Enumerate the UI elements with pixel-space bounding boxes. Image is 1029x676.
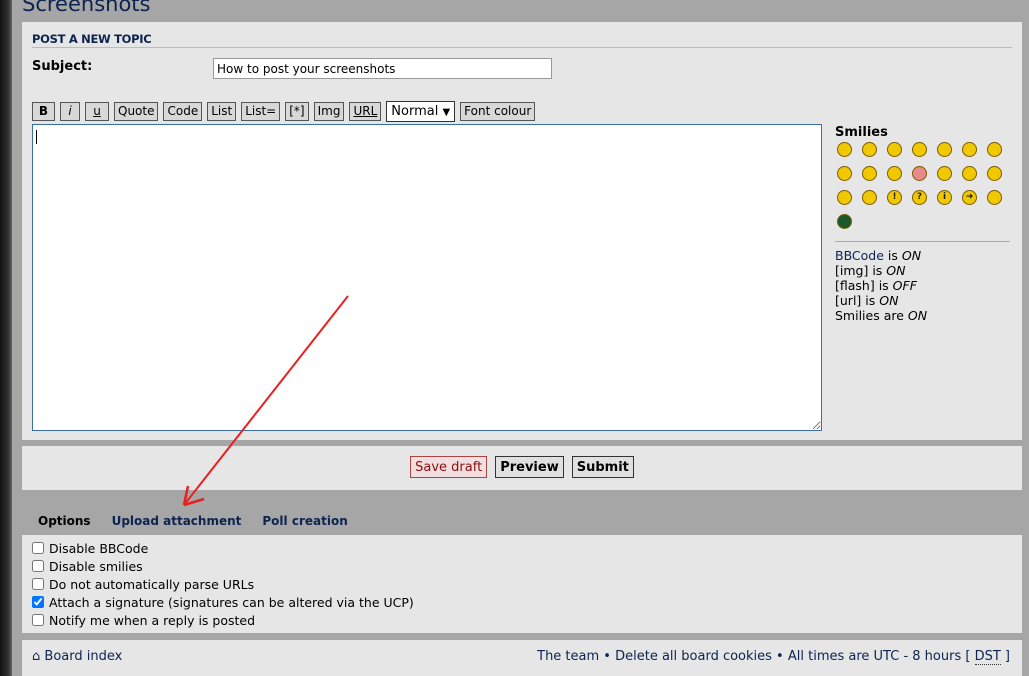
window-edge <box>0 0 12 676</box>
subject-label: Subject: <box>32 59 93 74</box>
submit-button[interactable]: Submit <box>571 456 634 478</box>
smiley-cool-icon[interactable] <box>987 142 1002 157</box>
save-draft-button[interactable]: Save draft <box>410 456 488 478</box>
dropdown-arrow-icon: ▼ <box>442 107 451 118</box>
font-colour-button[interactable]: Font colour <box>460 102 536 121</box>
option-checkbox[interactable] <box>32 578 44 590</box>
smiley-razz-icon[interactable] <box>887 166 902 181</box>
bbcode-status-line: [url] is ON <box>835 293 899 308</box>
option-checkbox[interactable] <box>32 560 44 572</box>
smiley-crying-icon[interactable] <box>937 166 952 181</box>
tab-options[interactable]: Options <box>38 514 91 528</box>
quote-button[interactable]: Quote <box>114 102 159 121</box>
url-button[interactable]: URL <box>349 102 382 121</box>
the-team-link[interactable]: The team <box>537 649 599 664</box>
smilies-grid: !? i ➜ <box>837 142 1017 229</box>
home-icon: ⌂ <box>32 649 41 664</box>
underline-button[interactable]: u <box>85 102 109 121</box>
option-label: Do not automatically parse URLs <box>49 576 255 592</box>
option-item[interactable]: Do not automatically parse URLs <box>22 575 1022 593</box>
smiley-smile-icon[interactable] <box>862 142 877 157</box>
subject-input[interactable] <box>213 58 552 79</box>
smiley-twisted-evil-icon[interactable] <box>987 166 1002 181</box>
bold-button[interactable]: B <box>32 102 55 121</box>
font-size-select[interactable]: Normal ▼ <box>386 101 456 122</box>
smiley-exclamation-icon[interactable]: ! <box>887 190 902 205</box>
page-title: Screenshots <box>22 0 151 16</box>
smiley-embarrassed-icon[interactable] <box>912 166 927 181</box>
smiley-laughing-icon[interactable] <box>837 166 852 181</box>
text-cursor <box>36 130 37 144</box>
tab-upload-attachment[interactable]: Upload attachment <box>112 514 242 528</box>
bracket: ] <box>1004 649 1010 664</box>
option-label: Attach a signature (signatures can be al… <box>49 594 414 610</box>
code-button[interactable]: Code <box>163 102 203 121</box>
option-item[interactable]: Attach a signature (signatures can be al… <box>22 593 1022 611</box>
smiley-very-happy-icon[interactable] <box>837 142 852 157</box>
dst-label: DST <box>974 649 1001 665</box>
option-checkbox[interactable] <box>32 614 44 626</box>
img-button[interactable]: Img <box>313 102 345 121</box>
smiley-neutral-icon[interactable] <box>987 190 1002 205</box>
smiley-shocked-icon[interactable] <box>937 142 952 157</box>
panel-title: POST A NEW TOPIC <box>32 32 152 46</box>
italic-button[interactable]: i <box>60 102 80 121</box>
tabs: Options Upload attachment Poll creation <box>38 514 348 528</box>
submit-panel: Save draft Preview Submit <box>22 446 1022 490</box>
post-panel: POST A NEW TOPIC Subject: B i u Quote Co… <box>22 22 1022 440</box>
list-item-button[interactable]: [*] <box>285 102 309 121</box>
smiley-confused-icon[interactable] <box>962 142 977 157</box>
smiley-question-icon[interactable]: ? <box>912 190 927 205</box>
list-button[interactable]: List <box>207 102 237 121</box>
bbcode-status: BBCode is ON [img] is ON [flash] is OFF [ur… <box>835 248 927 323</box>
bbcode-status-line: [flash] is OFF <box>835 278 917 293</box>
option-checkbox[interactable] <box>32 542 44 554</box>
bbcode-toolbar: B i u Quote Code List List= [*] Img URL … <box>32 101 536 122</box>
option-label: Notify me when a reply is posted <box>49 612 256 628</box>
option-item[interactable]: Notify me when a reply is posted <box>22 611 1022 629</box>
smiley-mad-icon[interactable] <box>862 166 877 181</box>
bbcode-status-line: [img] is ON <box>835 263 906 278</box>
footer: ⌂ Board index The team • Delete all boar… <box>22 640 1022 676</box>
message-textarea[interactable] <box>32 124 822 431</box>
tab-poll-creation[interactable]: Poll creation <box>262 514 347 528</box>
divider <box>32 47 1012 48</box>
smiley-rolling-eyes-icon[interactable] <box>837 190 852 205</box>
smiley-arrow-icon[interactable]: ➜ <box>962 190 977 205</box>
option-label: Disable BBCode <box>49 540 149 556</box>
bbcode-status-line: Smilies are ON <box>835 308 928 323</box>
bbcode-status-line: BBCode is ON <box>835 248 922 263</box>
option-checkbox[interactable] <box>32 596 44 608</box>
smilies-title: Smilies <box>835 125 888 140</box>
option-label: Disable smilies <box>49 558 143 574</box>
smiley-sad-icon[interactable] <box>887 142 902 157</box>
smiley-idea-icon[interactable]: i <box>937 190 952 205</box>
font-size-value: Normal <box>391 104 439 119</box>
options-panel: Disable BBCode Disable smilies Do not auto… <box>22 535 1022 633</box>
delete-cookies-link[interactable]: Delete all board cookies <box>615 649 772 664</box>
smiley-evil-icon[interactable] <box>962 166 977 181</box>
smiley-wink-icon[interactable] <box>862 190 877 205</box>
board-index-link[interactable]: Board index <box>44 649 122 664</box>
option-item[interactable]: Disable smilies <box>22 557 1022 575</box>
option-item[interactable]: Disable BBCode <box>22 539 1022 557</box>
smiley-surprised-icon[interactable] <box>912 142 927 157</box>
ordered-list-button[interactable]: List= <box>241 102 281 121</box>
divider <box>835 241 1010 242</box>
preview-button[interactable]: Preview <box>495 456 564 478</box>
timezone-text: All times are UTC - 8 hours [ <box>787 649 971 664</box>
smiley-mr-green-icon[interactable] <box>837 214 852 229</box>
